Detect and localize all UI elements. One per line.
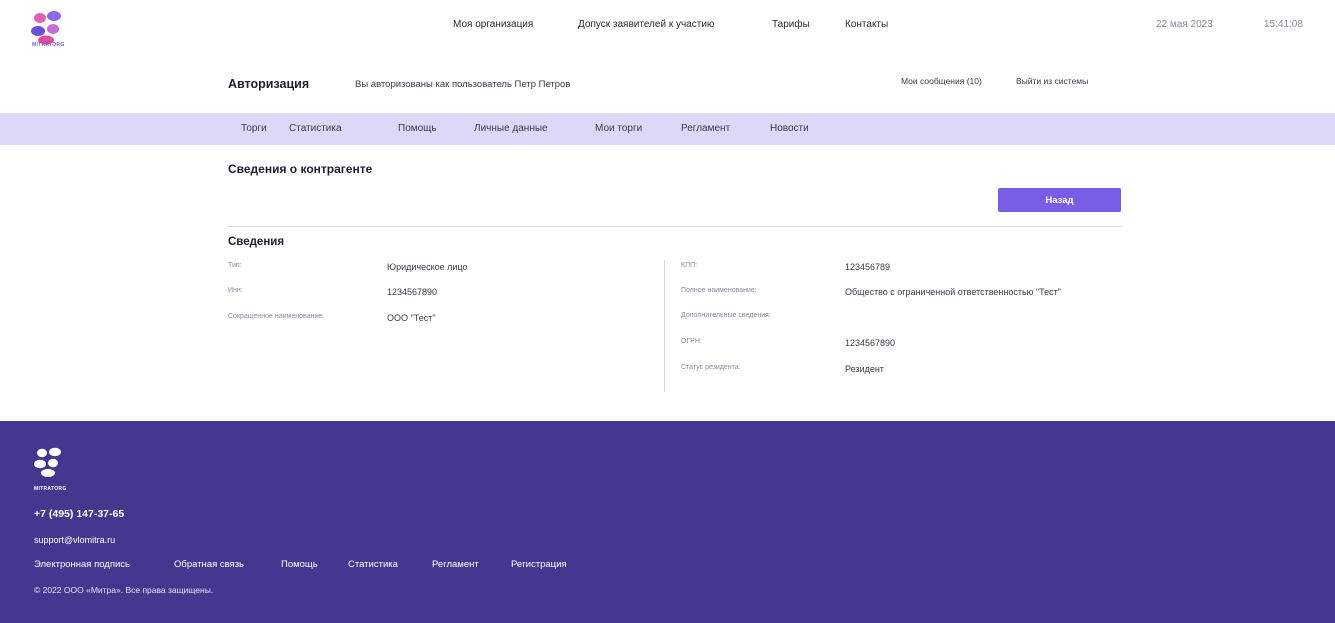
footer-email[interactable]: support@vlomitra.ru xyxy=(34,535,115,545)
footer-link-feedback[interactable]: Обратная связь xyxy=(174,559,244,570)
top-bar: MITRATORG Моя организация Допуск заявите… xyxy=(0,0,1335,50)
footer-copyright: © 2022 ООО «Митра». Все права защищены. xyxy=(34,585,214,595)
field-label-resident-status: Статус резидента: xyxy=(681,364,741,371)
menu-item-auctions[interactable]: Торги xyxy=(241,123,267,134)
field-label-inn: Инн: xyxy=(228,287,243,294)
messages-link[interactable]: Мои сообщения (10) xyxy=(901,76,982,86)
field-value-resident-status: Резидент xyxy=(845,364,884,374)
top-nav: Моя организация Допуск заявителей к учас… xyxy=(0,19,1335,33)
logout-link[interactable]: Выйти из системы xyxy=(1016,76,1088,86)
info-section-title: Сведения xyxy=(228,236,285,248)
current-date: 22 мая 2023 xyxy=(1156,19,1213,30)
field-label-kpp: КПП: xyxy=(681,262,698,269)
back-button[interactable]: Назад xyxy=(998,188,1121,212)
field-value-inn: 1234567890 xyxy=(387,287,438,297)
field-label-short-name: Сокращенное наименование: xyxy=(228,313,325,320)
topnav-item-contacts[interactable]: Контакты xyxy=(845,19,888,30)
menu-item-personal-data[interactable]: Личные данные xyxy=(474,123,548,134)
field-value-kpp: 123456789 xyxy=(845,262,891,272)
field-label-ogrn: ОГРН: xyxy=(681,338,702,345)
footer-logo-text: MITRATORG xyxy=(34,486,67,492)
footer: MITRATORG +7 (495) 147-37-65 support@vlo… xyxy=(0,421,1335,623)
menu-item-regulations[interactable]: Регламент xyxy=(681,123,730,134)
footer-link-regulations[interactable]: Регламент xyxy=(432,559,479,570)
page-title: Сведения о контрагенте xyxy=(228,162,373,176)
field-value-ogrn: 1234567890 xyxy=(845,338,896,348)
menu-item-news[interactable]: Новости xyxy=(770,123,809,134)
topnav-item-admission[interactable]: Допуск заявителей к участию xyxy=(578,19,714,30)
logo-text: MITRATORG xyxy=(32,42,65,48)
auth-status-text: Вы авторизованы как пользователь Петр Пе… xyxy=(355,79,571,90)
footer-logo-icon[interactable] xyxy=(34,447,74,479)
field-label-additional-info: Дополнительные сведения: xyxy=(681,312,771,319)
auth-title: Авторизация xyxy=(228,77,310,91)
footer-link-help[interactable]: Помощь xyxy=(281,559,318,570)
field-value-full-name: Общество с ограниченной ответственностью… xyxy=(845,287,1061,297)
page: MITRATORG Моя организация Допуск заявите… xyxy=(0,0,1335,623)
footer-link-statistics[interactable]: Статистика xyxy=(348,559,398,570)
menu-item-statistics[interactable]: Статистика xyxy=(289,123,342,134)
divider xyxy=(228,226,1122,227)
footer-link-e-signature[interactable]: Электронная подпись xyxy=(34,559,130,570)
topnav-item-tariffs[interactable]: Тарифы xyxy=(772,19,810,30)
footer-link-registration[interactable]: Регистрация xyxy=(511,559,567,570)
field-label-type: Тип: xyxy=(228,262,242,269)
menu-item-help[interactable]: Помощь xyxy=(398,123,437,134)
field-value-type: Юридическое лицо xyxy=(387,262,468,272)
topnav-item-my-organization[interactable]: Моя организация xyxy=(453,19,533,30)
footer-phone[interactable]: +7 (495) 147-37-65 xyxy=(34,508,124,520)
menu-item-my-auctions[interactable]: Мои торги xyxy=(595,123,642,134)
current-time: 15:41:08 xyxy=(1264,19,1303,30)
main-menu: Торги Статистика Помощь Личные данные Мо… xyxy=(0,113,1335,145)
field-label-full-name: Полное наименование: xyxy=(681,287,757,294)
field-value-short-name: ООО "Тест" xyxy=(387,313,436,323)
column-divider xyxy=(664,260,665,392)
